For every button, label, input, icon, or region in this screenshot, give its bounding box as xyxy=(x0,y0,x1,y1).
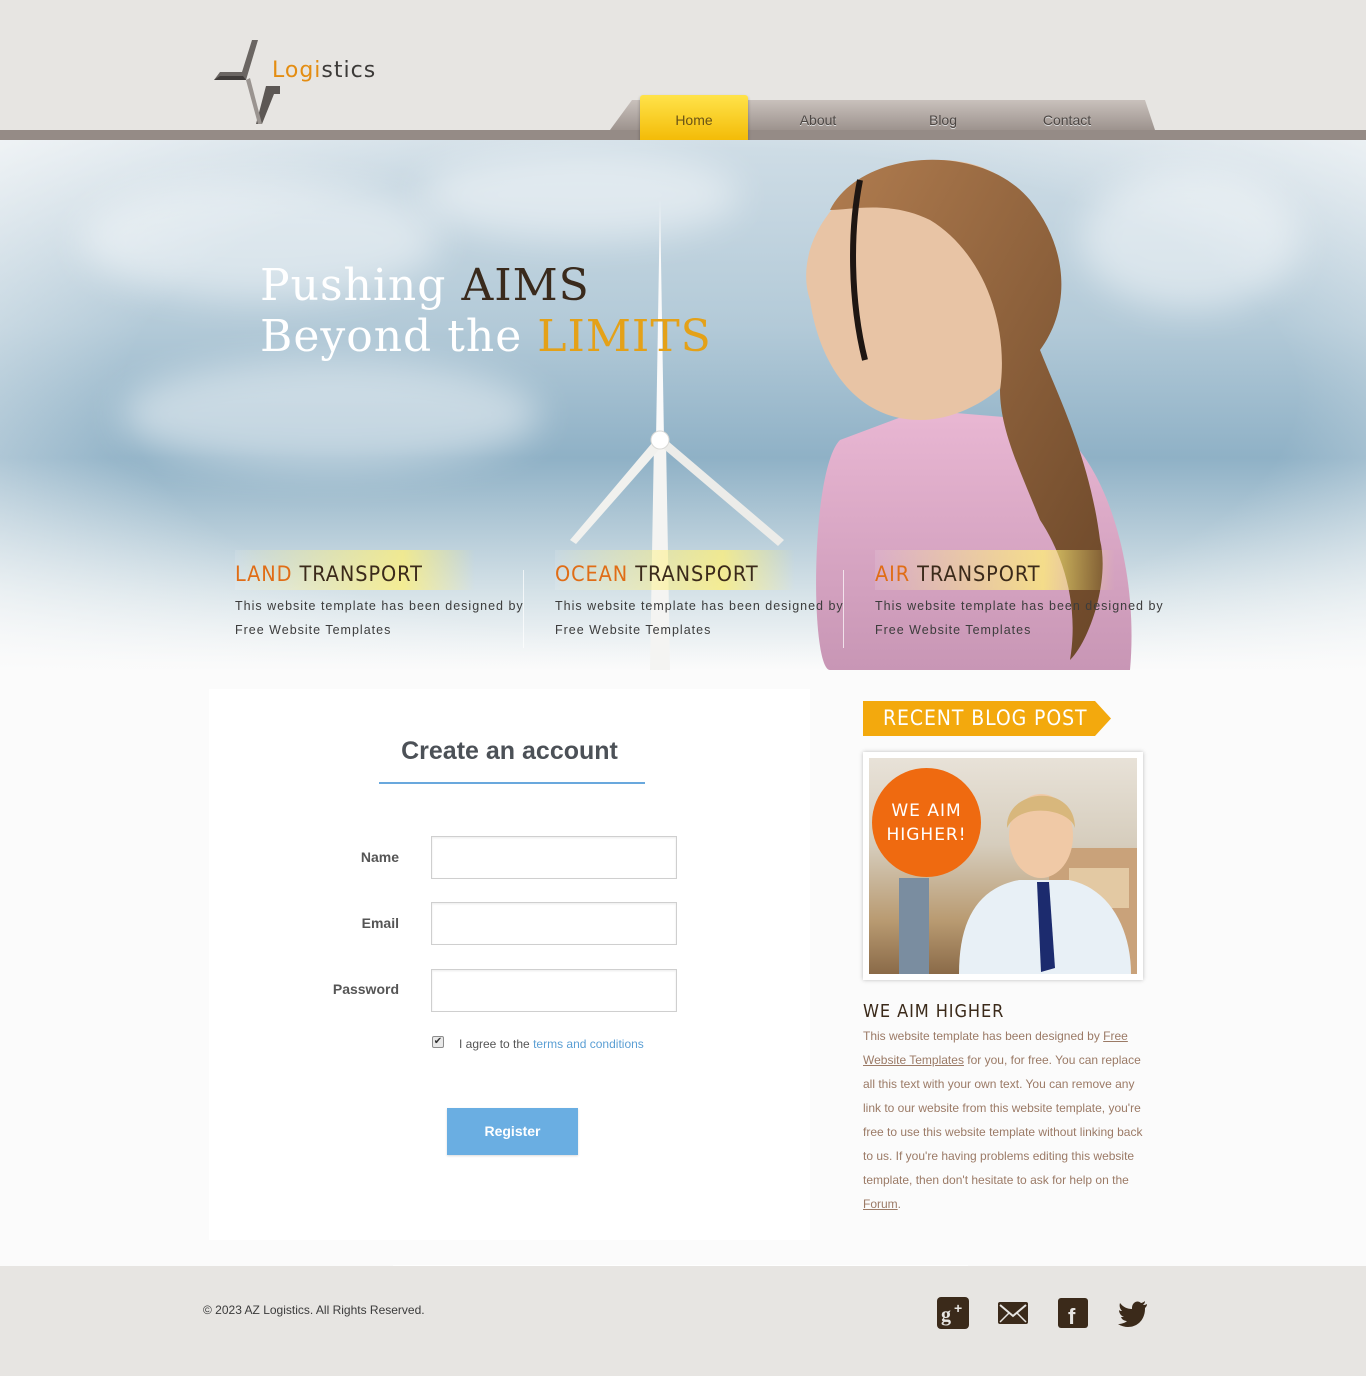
blog-post-photo: WE AIM HIGHER! xyxy=(869,758,1137,974)
twitter-icon[interactable] xyxy=(1117,1297,1149,1329)
nav-item-about[interactable]: About xyxy=(768,100,868,130)
hero-heading: Pushing AIMS Beyond the LIMITS xyxy=(260,260,712,362)
hero-line-1: Pushing AIMS xyxy=(260,260,712,311)
hero-line-2: Beyond the LIMITS xyxy=(260,311,712,362)
logo-text-dark: stics xyxy=(321,58,377,83)
hero-banner: Pushing AIMS Beyond the LIMITS LAND TRAN… xyxy=(0,140,1366,670)
blog-post-text: This website template has been designed … xyxy=(863,1024,1155,1216)
feature-ocean-transport: OCEAN TRANSPORT This website template ha… xyxy=(523,550,845,650)
badge-line-1: WE AIM xyxy=(891,801,962,821)
nav-item-blog[interactable]: Blog xyxy=(893,100,993,130)
copyright-text: © 2023 AZ Logistics. All Rights Reserved… xyxy=(203,1303,425,1317)
cloud-shape xyxy=(120,360,540,470)
feature-title: OCEAN TRANSPORT xyxy=(555,562,759,586)
main-nav: Home About Blog Contact xyxy=(610,95,1155,145)
blog-post-photo-frame[interactable]: WE AIM HIGHER! xyxy=(863,752,1143,980)
site-footer: © 2023 AZ Logistics. All Rights Reserved… xyxy=(0,1265,1366,1376)
svg-text:f: f xyxy=(1068,1304,1076,1329)
registration-form: Create an account Name Email Password ✔ … xyxy=(209,689,810,1240)
feature-title-accent: AIR xyxy=(875,562,911,586)
az-logo-icon xyxy=(214,40,280,124)
register-button[interactable]: Register xyxy=(447,1108,578,1155)
recent-blog-post-banner: RECENT BLOG POST xyxy=(863,701,1111,736)
feature-title-main: TRANSPORT xyxy=(917,562,1041,586)
form-title-underline xyxy=(379,782,645,784)
blog-text-part: This website template has been designed … xyxy=(863,1029,1100,1043)
google-plus-icon[interactable]: g + xyxy=(937,1297,969,1329)
we-aim-higher-badge: WE AIM HIGHER! xyxy=(872,768,981,877)
password-input[interactable] xyxy=(431,969,677,1012)
feature-text: This website template has been designed … xyxy=(235,599,524,637)
feature-title-main: TRANSPORT xyxy=(635,562,759,586)
site-logo[interactable]: Logistics xyxy=(210,38,380,128)
svg-text:g: g xyxy=(941,1304,951,1326)
feature-land-transport: LAND TRANSPORT This website template has… xyxy=(235,550,525,650)
agree-label: I agree to the xyxy=(459,1037,530,1051)
form-title: Create an account xyxy=(401,737,618,765)
feature-title-accent: LAND xyxy=(235,562,293,586)
hero-line-1-light: Pushing xyxy=(260,260,447,311)
site-header: Logistics Home About Blog Contact xyxy=(0,0,1366,145)
agree-text: I agree to the terms and conditions xyxy=(459,1037,644,1051)
feature-text: This website template has been designed … xyxy=(555,599,844,637)
blog-post-title[interactable]: WE AIM HIGHER xyxy=(863,1001,1004,1022)
badge-line-2: HIGHER! xyxy=(886,825,967,845)
feature-divider xyxy=(523,570,524,648)
logo-text-accent: Logi xyxy=(272,58,322,83)
feature-title-main: TRANSPORT xyxy=(299,562,423,586)
feature-title: AIR TRANSPORT xyxy=(875,562,1041,586)
feature-divider xyxy=(843,570,844,648)
hero-line-1-dark: AIMS xyxy=(461,260,590,311)
banner-label: RECENT BLOG POST xyxy=(883,706,1088,730)
nav-item-home[interactable]: Home xyxy=(640,95,748,145)
hero-line-2-light: Beyond the xyxy=(260,311,523,362)
terms-link[interactable]: terms and conditions xyxy=(533,1037,644,1051)
mail-icon[interactable] xyxy=(997,1297,1029,1329)
email-input[interactable] xyxy=(431,902,677,945)
feature-title: LAND TRANSPORT xyxy=(235,562,423,586)
forum-link[interactable]: Forum xyxy=(863,1197,898,1211)
feature-text: This website template has been designed … xyxy=(875,599,1164,637)
nav-item-contact[interactable]: Contact xyxy=(1017,100,1117,130)
hero-line-2-gold: LIMITS xyxy=(537,311,712,362)
email-label: Email xyxy=(361,915,399,931)
agree-checkbox[interactable]: ✔ xyxy=(432,1036,444,1048)
password-label: Password xyxy=(332,981,399,997)
logo-text: Logistics xyxy=(272,58,376,83)
name-label: Name xyxy=(360,849,399,865)
blog-text-part: . xyxy=(897,1197,902,1211)
feature-title-accent: OCEAN xyxy=(555,562,629,586)
facebook-icon[interactable]: f xyxy=(1057,1297,1089,1329)
svg-text:+: + xyxy=(954,1300,962,1316)
footer-divider xyxy=(393,1265,968,1266)
feature-air-transport: AIR TRANSPORT This website template has … xyxy=(843,550,1165,650)
name-input[interactable] xyxy=(431,836,677,879)
blog-text-part: for you, for free. You can replace all t… xyxy=(863,1053,1143,1187)
